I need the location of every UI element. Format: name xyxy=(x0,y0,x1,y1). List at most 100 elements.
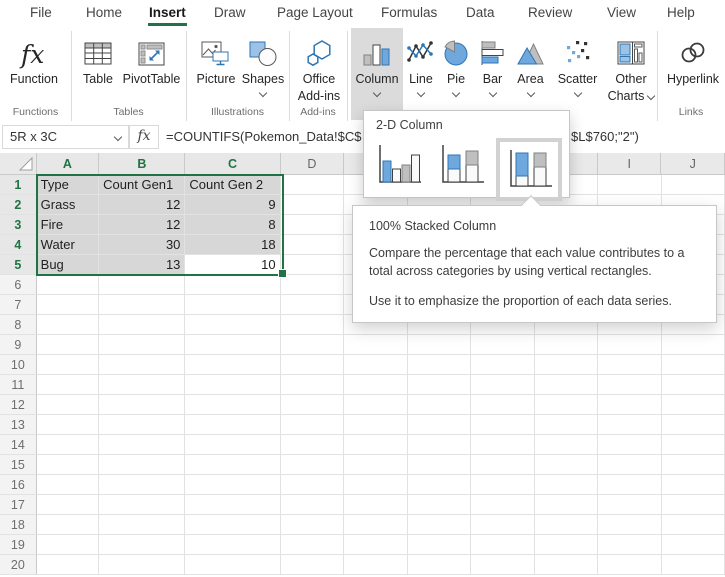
scatter-chart-button[interactable]: Scatter xyxy=(550,28,605,120)
cell-A11[interactable] xyxy=(37,375,100,395)
cell-D8[interactable] xyxy=(281,315,344,335)
cell-E17[interactable] xyxy=(344,495,407,515)
cell-J11[interactable] xyxy=(662,375,725,395)
cell-J12[interactable] xyxy=(662,395,725,415)
row-header-12[interactable]: 12 xyxy=(0,395,37,415)
fill-handle[interactable] xyxy=(278,269,287,278)
cell-I16[interactable] xyxy=(598,475,661,495)
cell-D16[interactable] xyxy=(281,475,344,495)
cell-F10[interactable] xyxy=(408,355,471,375)
cell-C16[interactable] xyxy=(185,475,280,495)
cell-C14[interactable] xyxy=(185,435,280,455)
row-header-9[interactable]: 9 xyxy=(0,335,37,355)
cell-E18[interactable] xyxy=(344,515,407,535)
menu-review[interactable]: Review xyxy=(528,0,572,26)
row-header-18[interactable]: 18 xyxy=(0,515,37,535)
cell-F11[interactable] xyxy=(408,375,471,395)
cell-H17[interactable] xyxy=(535,495,598,515)
cell-E13[interactable] xyxy=(344,415,407,435)
chart-option-clustered-column[interactable] xyxy=(370,137,426,193)
cell-A20[interactable] xyxy=(37,555,100,575)
cell-G10[interactable] xyxy=(471,355,534,375)
cell-H19[interactable] xyxy=(535,535,598,555)
cell-E14[interactable] xyxy=(344,435,407,455)
cell-F12[interactable] xyxy=(408,395,471,415)
column-chart-button[interactable]: Column xyxy=(351,28,403,120)
cell-I1[interactable] xyxy=(598,175,661,195)
cell-A10[interactable] xyxy=(37,355,100,375)
insert-function-button[interactable]: fx xyxy=(129,125,159,149)
pie-chevron-icon[interactable] xyxy=(452,89,460,97)
cell-C7[interactable] xyxy=(185,295,280,315)
other-charts-button[interactable]: Other Charts xyxy=(605,28,657,120)
cell-D14[interactable] xyxy=(281,435,344,455)
row-header-6[interactable]: 6 xyxy=(0,275,37,295)
cell-J14[interactable] xyxy=(662,435,725,455)
column-header-I[interactable]: I xyxy=(598,153,661,175)
cell-F17[interactable] xyxy=(408,495,471,515)
cell-J1[interactable] xyxy=(662,175,725,195)
cell-I19[interactable] xyxy=(598,535,661,555)
row-header-4[interactable]: 4 xyxy=(0,235,37,255)
cell-B8[interactable] xyxy=(99,315,185,335)
cell-C2[interactable]: 9 xyxy=(185,195,280,215)
cell-D6[interactable] xyxy=(281,275,344,295)
cell-B18[interactable] xyxy=(99,515,185,535)
cell-J18[interactable] xyxy=(662,515,725,535)
row-header-15[interactable]: 15 xyxy=(0,455,37,475)
menu-file[interactable]: File xyxy=(30,0,52,26)
row-header-7[interactable]: 7 xyxy=(0,295,37,315)
cell-A3[interactable]: Fire xyxy=(37,215,100,235)
cell-B19[interactable] xyxy=(99,535,185,555)
column-header-A[interactable]: A xyxy=(37,153,99,175)
cell-J9[interactable] xyxy=(662,335,725,355)
cell-H15[interactable] xyxy=(535,455,598,475)
cell-B12[interactable] xyxy=(99,395,185,415)
cell-H14[interactable] xyxy=(535,435,598,455)
cell-A17[interactable] xyxy=(37,495,100,515)
cell-D12[interactable] xyxy=(281,395,344,415)
cell-E16[interactable] xyxy=(344,475,407,495)
cell-A12[interactable] xyxy=(37,395,100,415)
cell-F13[interactable] xyxy=(408,415,471,435)
cell-F18[interactable] xyxy=(408,515,471,535)
shapes-chevron-icon[interactable] xyxy=(259,89,267,97)
cell-C20[interactable] xyxy=(185,555,280,575)
column-header-D[interactable]: D xyxy=(281,153,344,175)
cell-J20[interactable] xyxy=(662,555,725,575)
cell-C12[interactable] xyxy=(185,395,280,415)
cell-C1[interactable]: Count Gen 2 xyxy=(185,175,280,195)
cell-F16[interactable] xyxy=(408,475,471,495)
menu-home[interactable]: Home xyxy=(86,0,122,26)
cell-J15[interactable] xyxy=(662,455,725,475)
cell-C4[interactable]: 18 xyxy=(185,235,280,255)
cell-G18[interactable] xyxy=(471,515,534,535)
cell-E9[interactable] xyxy=(344,335,407,355)
cell-G19[interactable] xyxy=(471,535,534,555)
cell-B17[interactable] xyxy=(99,495,185,515)
cell-G13[interactable] xyxy=(471,415,534,435)
row-header-8[interactable]: 8 xyxy=(0,315,37,335)
cell-J16[interactable] xyxy=(662,475,725,495)
chart-option-stacked-column[interactable] xyxy=(433,137,489,193)
cell-B6[interactable] xyxy=(99,275,185,295)
cell-I17[interactable] xyxy=(598,495,661,515)
cell-H9[interactable] xyxy=(535,335,598,355)
cell-J17[interactable] xyxy=(662,495,725,515)
cell-D13[interactable] xyxy=(281,415,344,435)
cell-C9[interactable] xyxy=(185,335,280,355)
cell-G12[interactable] xyxy=(471,395,534,415)
cell-B1[interactable]: Count Gen1 xyxy=(99,175,185,195)
cell-B15[interactable] xyxy=(99,455,185,475)
cell-A19[interactable] xyxy=(37,535,100,555)
name-box[interactable]: 5R x 3C xyxy=(2,125,129,149)
scatter-chevron-icon[interactable] xyxy=(573,89,581,97)
cell-I11[interactable] xyxy=(598,375,661,395)
cell-A2[interactable]: Grass xyxy=(37,195,100,215)
cell-I9[interactable] xyxy=(598,335,661,355)
cell-D17[interactable] xyxy=(281,495,344,515)
cell-C15[interactable] xyxy=(185,455,280,475)
cell-D5[interactable] xyxy=(281,255,344,275)
row-header-20[interactable]: 20 xyxy=(0,555,37,575)
cell-I20[interactable] xyxy=(598,555,661,575)
